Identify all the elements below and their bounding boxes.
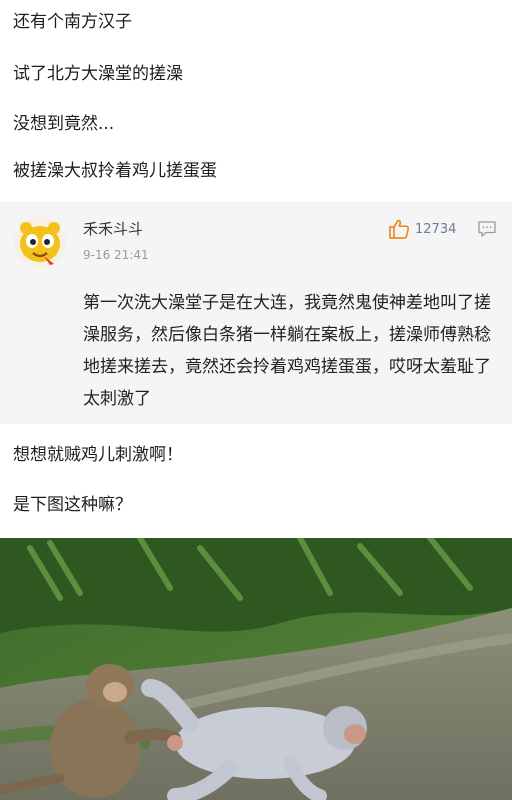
user-avatar[interactable] [14,216,66,268]
monkeys-photo[interactable] [0,538,512,800]
intro-line-2: 试了北方大澡堂的搓澡 [13,64,183,84]
intro-line-1: 还有个南方汉子 [13,12,132,32]
like-count: 12734 [415,221,457,237]
comment-icon[interactable] [477,220,497,238]
outro-line-1: 想想就贼鸡儿刺激啊！ [13,445,183,465]
post-page: 还有个南方汉子 试了北方大澡堂的搓澡 没想到竟然... 被搓澡大叔拎着鸡儿搓蛋蛋… [0,0,512,800]
outro-line-2: 是下图这种嘛？ [13,495,132,515]
comment-timestamp: 9-16 21:41 [83,248,149,262]
quoted-comment-card: 禾禾斗斗 9-16 21:41 12734 第一次洗大澡堂子是在大连，我竟然鬼使… [0,202,512,424]
thumbs-up-icon [389,219,410,239]
comment-body: 第一次洗大澡堂子是在大连，我竟然鬼使神差地叫了搓澡服务，然后像白条猪一样躺在案板… [83,293,491,409]
intro-line-4: 被搓澡大叔拎着鸡儿搓蛋蛋 [13,161,217,181]
comment-username[interactable]: 禾禾斗斗 [83,218,143,239]
like-button[interactable]: 12734 [388,218,456,240]
intro-line-3: 没想到竟然... [13,114,115,134]
